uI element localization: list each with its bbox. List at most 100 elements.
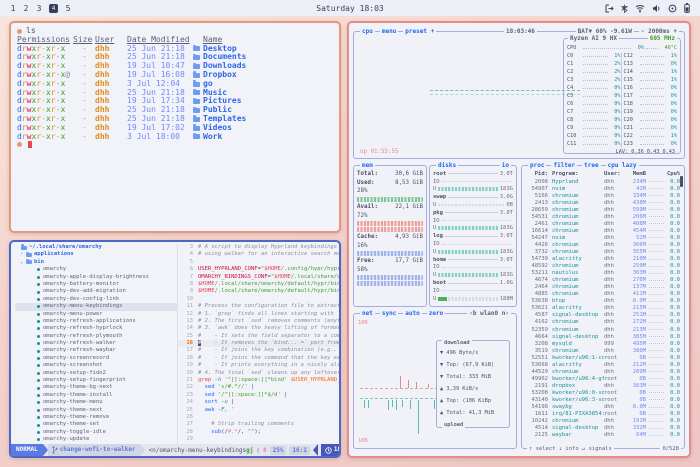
editor-window[interactable]: ~/.local/share/omarchy applications bin [9, 240, 341, 458]
tree-item[interactable]: omarchy-refresh-hyprlock [15, 325, 177, 332]
process-row[interactable]: 2008 Hyprland dhh 234M 0.0 [522, 178, 684, 185]
tree-item[interactable]: applications [15, 251, 177, 258]
tree-item[interactable]: omarchy-theme-remove [15, 414, 177, 421]
net-tab[interactable]: zero [427, 310, 445, 317]
monitor-tab[interactable]: cpu [360, 28, 375, 35]
process-row[interactable]: 1611 irq/81-PIXA3854: root 0B 0.0 [522, 411, 684, 418]
tree-item[interactable]: omarchy [15, 266, 177, 273]
code-line[interactable]: 25 awk -F, ' [178, 407, 339, 414]
process-row[interactable]: 2191 dropbox dhh 383M 0.0 [522, 382, 684, 389]
process-row[interactable]: 4587 signal-desktop dhh 251M 0.0 [522, 312, 684, 319]
process-row[interactable]: 43140 kworker/u96:3-sd root 0B 0.0 [522, 396, 684, 403]
process-header[interactable]: Pid: Program: User: MemB Cpu% [522, 169, 684, 178]
wifi-icon[interactable] [635, 4, 645, 13]
code-line[interactable]: 4 # using walker for an interactive sear… [178, 251, 339, 258]
tree-item[interactable]: omarchy-apple-display-brightness [15, 274, 177, 281]
disks-tab[interactable]: disks [436, 162, 458, 169]
code-line[interactable]: 24 sort -u | [178, 399, 339, 406]
process-row[interactable]: 54247 nvim dhh 52M 0.0 [522, 234, 684, 241]
workspace-button[interactable]: 4 [49, 4, 58, 13]
tree-item[interactable]: omarchy-refresh-waybar [15, 347, 177, 354]
tree-item[interactable]: omarchy-screenrecord [15, 355, 177, 362]
tree-item[interactable]: omarchy-refresh-walker [15, 340, 177, 347]
code-line[interactable]: 5 [178, 259, 339, 266]
code-line[interactable]: 15 # - It sets the field separator to a … [178, 333, 339, 340]
code-line[interactable]: 23 sed '/^[[:space:]]*$/d' | [178, 392, 339, 399]
process-row[interactable]: 2413 chromium dhh 438M 0.0 [522, 199, 684, 206]
process-row[interactable]: 16614 chromium dhh 454M 0.0 [522, 227, 684, 234]
process-row[interactable]: 44529 chromium dhh 209M 0.0 [522, 368, 684, 375]
process-row[interactable]: 4162 chromium dhh 272M 0.0 [522, 319, 684, 326]
code-line[interactable]: 22 sed 's/#.*//' | [178, 384, 339, 391]
code-line[interactable]: 19 # - It prints everything in a nicely … [178, 362, 339, 369]
mem-tab[interactable]: mem [360, 162, 375, 169]
code-line[interactable]: 14 # 3. `awk` does the heavy lifting of … [178, 325, 339, 332]
tree-item[interactable]: omarchy-dev-add-migration [15, 288, 177, 295]
process-row[interactable]: 4674 chromium dhh 276M 0.0 [522, 277, 684, 284]
code-line[interactable]: 13 # 2. The first `sed` removes comments… [178, 318, 339, 325]
workspace-button[interactable]: 1 [10, 4, 16, 13]
tree-item[interactable]: omarchy-theme-menu [15, 399, 177, 406]
tree-item[interactable]: omarchy-theme-next [15, 407, 177, 414]
process-row[interactable]: 54739 alacritty dhh 210M 0.0 [522, 256, 684, 263]
shell-prompt-active[interactable] [17, 141, 333, 148]
net-interface[interactable]: ‹b wlan0 n› [467, 310, 511, 317]
monitor-tab[interactable]: preset + [403, 28, 436, 35]
tree-item[interactable]: omarchy-setup-fingerprint [15, 377, 177, 384]
workspace-button[interactable]: 2 [23, 4, 29, 13]
code-line[interactable]: 10 [178, 296, 339, 303]
code-line[interactable]: 26 [178, 414, 339, 421]
process-row[interactable]: 53211 nautilus dhh 303M 0.0 [522, 270, 684, 277]
bluetooth-icon[interactable] [621, 4, 628, 13]
code-line[interactable]: 9 $HOME/.local/share/omarchy/default/hyp… [178, 288, 339, 295]
system-monitor-window[interactable]: cpumenupreset + 18:03:46 BAT▼ 60% -9.61W… [347, 21, 691, 458]
process-row[interactable]: 3208 mysqld 999 495M 0.0 [522, 340, 684, 347]
code-line[interactable]: 6 USER_HYPRLAND_CONF="$HOME/.config/hypr… [178, 266, 339, 273]
tree-item[interactable]: omarchy-battery-monitor [15, 281, 177, 288]
net-tab[interactable]: auto [403, 310, 421, 317]
process-row[interactable]: 28659 chromium dhh 599M 0.0 [522, 206, 684, 213]
code-line[interactable]: 17 # - It joins the key combination (e.g… [178, 347, 339, 354]
code-line[interactable]: 21 grep -h '^[[:space:]]*bind' $USER_HYP… [178, 377, 339, 384]
process-row[interactable]: 53621 alacritty dhh 215M 0.0 [522, 305, 684, 312]
process-row[interactable]: 10242 chromium dhh 191M 0.0 [522, 418, 684, 425]
process-row[interactable]: 54907 nvim dhh 41M 0.0 [522, 185, 684, 192]
code-line[interactable]: 7 OMARCHY_BINDINGS_CONF="$HOME/.local/sh… [178, 274, 339, 281]
process-row[interactable]: 52359 chromium dhh 213M 0.0 [522, 326, 684, 333]
tree-item[interactable]: omarchy-theme-install [15, 392, 177, 399]
io-tab[interactable]: io [500, 162, 511, 169]
tree-item[interactable]: omarchy-toggle-idle [15, 429, 177, 436]
process-row[interactable]: 2125 waybar dhh 64M 0.0 [522, 432, 684, 439]
process-row[interactable]: 3519 chromium dhh 380M 0.0 [522, 347, 684, 354]
process-row[interactable]: 2464 chromium dhh 137M 0.0 [522, 284, 684, 291]
proc-tab[interactable]: tree [582, 162, 600, 169]
tree-item[interactable]: omarchy-menu-power [15, 311, 177, 318]
net-tab[interactable]: net [360, 310, 375, 317]
process-row[interactable]: 54531 chromium dhh 206M 0.0 [522, 213, 684, 220]
logout-icon[interactable] [605, 4, 614, 13]
proc-key-hints[interactable]: ↑ select ↓ info ↵ signals [527, 446, 614, 452]
process-row[interactable]: 4885 chromium dhh 411M 0.0 [522, 291, 684, 298]
code-line[interactable]: 29 [178, 436, 339, 443]
code-line[interactable]: 12 # 1. `grep` finds all lines starting … [178, 311, 339, 318]
tree-item[interactable]: omarchy-menu-keybindings [15, 303, 177, 310]
process-row[interactable]: 2461 chromium dhh 408M 0.0 [522, 220, 684, 227]
tree-item[interactable]: omarchy-refresh-applications [15, 318, 177, 325]
proc-tab[interactable]: cpu lazy [606, 162, 639, 169]
workspace-button[interactable]: 3 [36, 4, 42, 13]
battery-icon[interactable] [684, 3, 690, 13]
tree-item[interactable]: omarchy-theme-set [15, 421, 177, 428]
code-line[interactable]: 27 # Strip trailing comments [178, 421, 339, 428]
proc-tab[interactable]: proc [528, 162, 546, 169]
code-line[interactable]: 8 $HOME/.local/share/omarchy/default/hyp… [178, 281, 339, 288]
tree-item[interactable]: omarchy-refresh-plymouth [15, 333, 177, 340]
code-line[interactable]: 20 # 4. The final `sed` cleans up any le… [178, 370, 339, 377]
process-row[interactable]: 54198 swaybg dhh 8.0M 0.0 [522, 404, 684, 411]
monitor-tab[interactable]: menu [380, 28, 398, 35]
process-row[interactable]: 53668 alacritty dhh 212M 0.0 [522, 361, 684, 368]
process-row[interactable]: 3732 chromium dhh 355M 0.0 [522, 248, 684, 255]
process-row[interactable]: 49962 kworker/u96:4-gf root 0B 0.0 [522, 375, 684, 382]
refresh-interval[interactable]: - 2000ms + [639, 28, 679, 35]
code-line[interactable]: 18 # - It joins the command that the key… [178, 355, 339, 362]
code-line[interactable]: 28 sub(/#.*/, ""); [178, 429, 339, 436]
